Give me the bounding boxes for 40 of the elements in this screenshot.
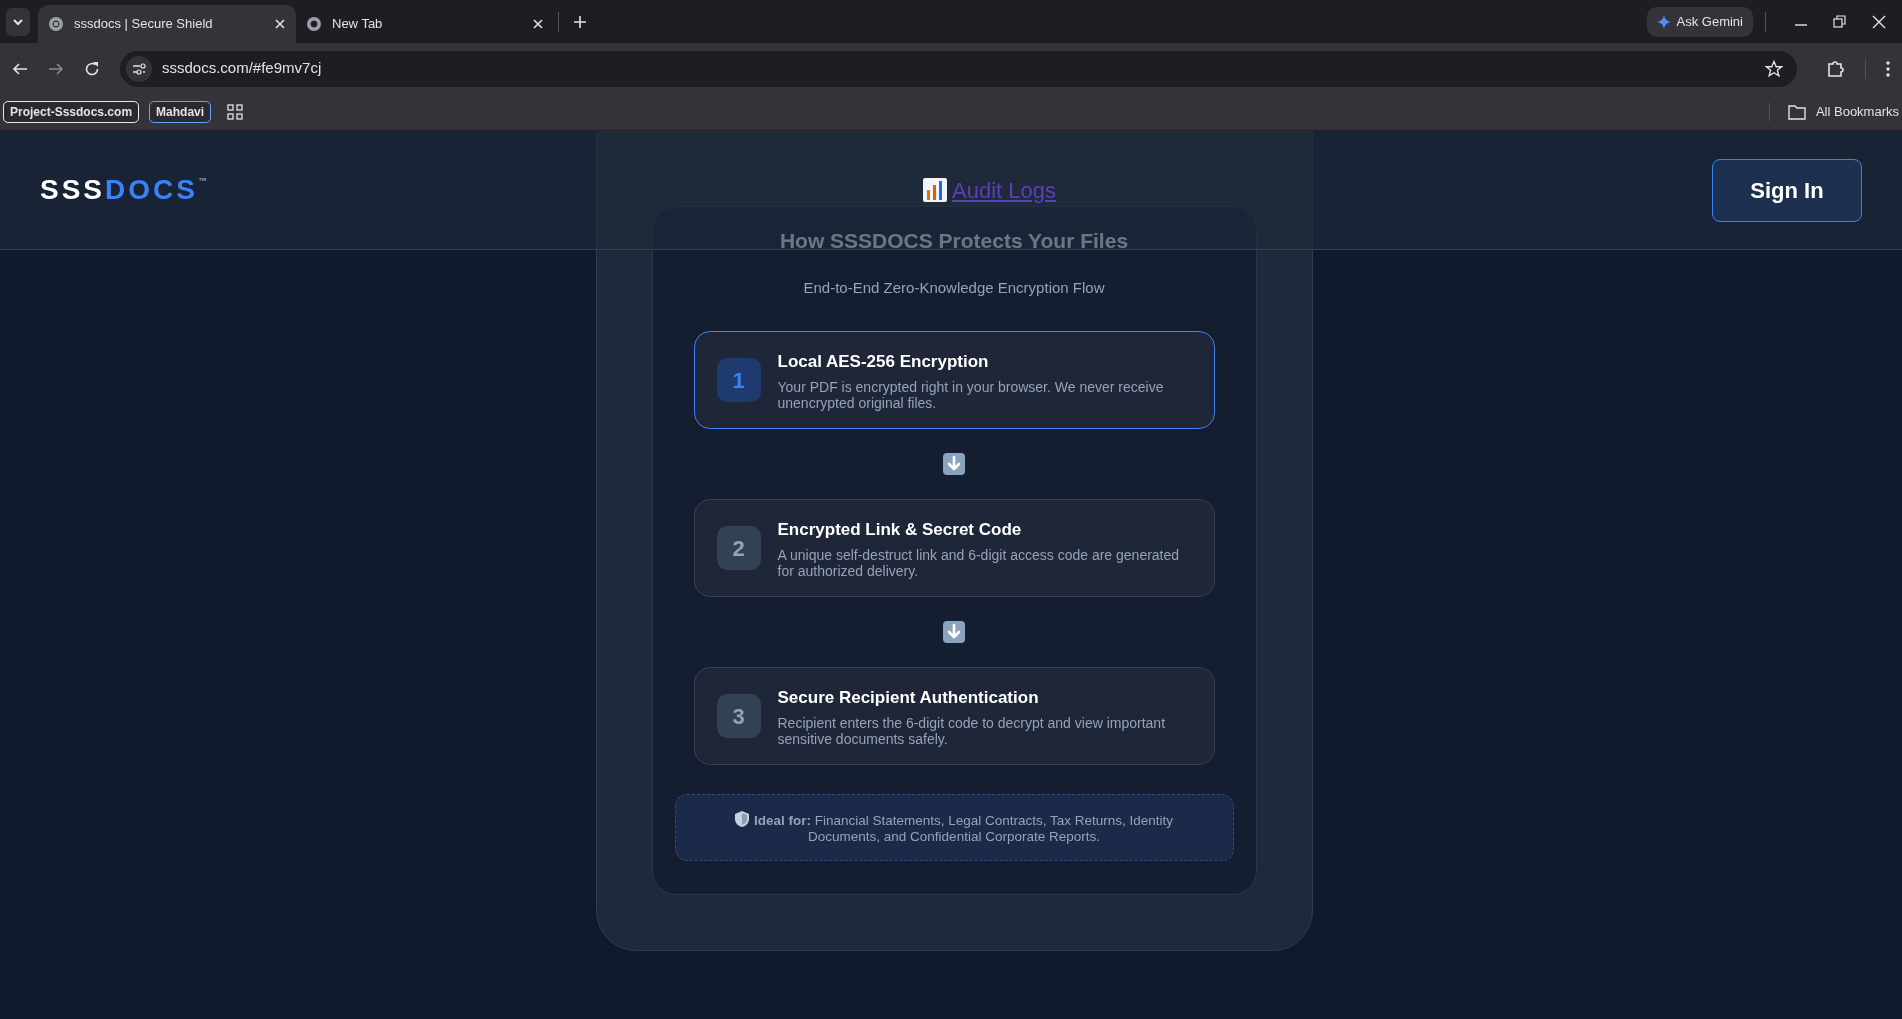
all-bookmarks-link[interactable]: All Bookmarks: [1815, 102, 1899, 122]
step-title: Secure Recipient Authentication: [777, 687, 1040, 710]
arrow-down-icon: [942, 452, 966, 476]
close-icon[interactable]: [274, 18, 286, 30]
step-number: 1: [716, 358, 761, 402]
close-icon[interactable]: [532, 18, 544, 30]
ask-gemini-button[interactable]: Ask Gemini: [1646, 6, 1753, 37]
apps-grid-icon[interactable]: [227, 104, 244, 120]
bookmark-chip[interactable]: Project-Sssdocs.com: [3, 101, 140, 123]
browser-tab[interactable]: New Tab: [296, 5, 554, 43]
tab-list-icon[interactable]: [6, 7, 30, 36]
card-subtitle: End-to-End Zero-Knowledge Encryption Flow: [803, 277, 1105, 298]
step-description: Your PDF is encrypted right in your browser. We never receive unencrypted original files.: [777, 378, 1165, 411]
address-bar[interactable]: sssdocs.com/#fe9mv7cj: [120, 50, 1797, 87]
new-tab-icon[interactable]: [573, 14, 587, 29]
logo-text: SSS DOCS$^{™}$: [40, 173, 210, 207]
folder-icon[interactable]: [1787, 104, 1806, 120]
shield-icon: [734, 810, 749, 827]
step-description: Recipient enters the 6-digit code to decrypt and view important sensitive documents safely.: [777, 714, 1167, 747]
note-text: Ideal for: Financial Statements, Legal Contracts, Tax Returns, Identity Documents, and Confidential Corporate Reports.: [753, 812, 1174, 844]
sparkle-icon: [1656, 14, 1671, 29]
step-title: Encrypted Link & Secret Code: [777, 519, 1023, 542]
back-icon[interactable]: [12, 60, 28, 77]
step-number: 3: [716, 694, 761, 738]
menu-icon[interactable]: [1886, 60, 1890, 77]
forward-icon[interactable]: [48, 60, 64, 77]
reload-icon[interactable]: [84, 60, 100, 77]
sign-in-button[interactable]: Sign In: [1712, 158, 1862, 222]
arrow-down-icon: [942, 620, 966, 644]
site-settings-icon[interactable]: [126, 55, 152, 82]
bar-chart-icon: [922, 177, 948, 203]
card-title: How SSSDOCS Protects Your Files: [779, 228, 1129, 254]
browser-tab[interactable]: sssdocs | Secure Shield: [38, 5, 296, 43]
step-number: 2: [716, 526, 761, 570]
bookmark-chip[interactable]: Mahdavi: [149, 101, 212, 123]
step-description: A unique self-destruct link and 6-digit access code are generated for authorized delivery.: [777, 546, 1181, 579]
url-text: sssdocs.com/#fe9mv7cj: [162, 58, 323, 79]
step-title: Local AES-256 Encryption: [777, 351, 990, 374]
star-icon[interactable]: [1765, 59, 1783, 78]
puzzle-icon[interactable]: [1827, 59, 1845, 78]
